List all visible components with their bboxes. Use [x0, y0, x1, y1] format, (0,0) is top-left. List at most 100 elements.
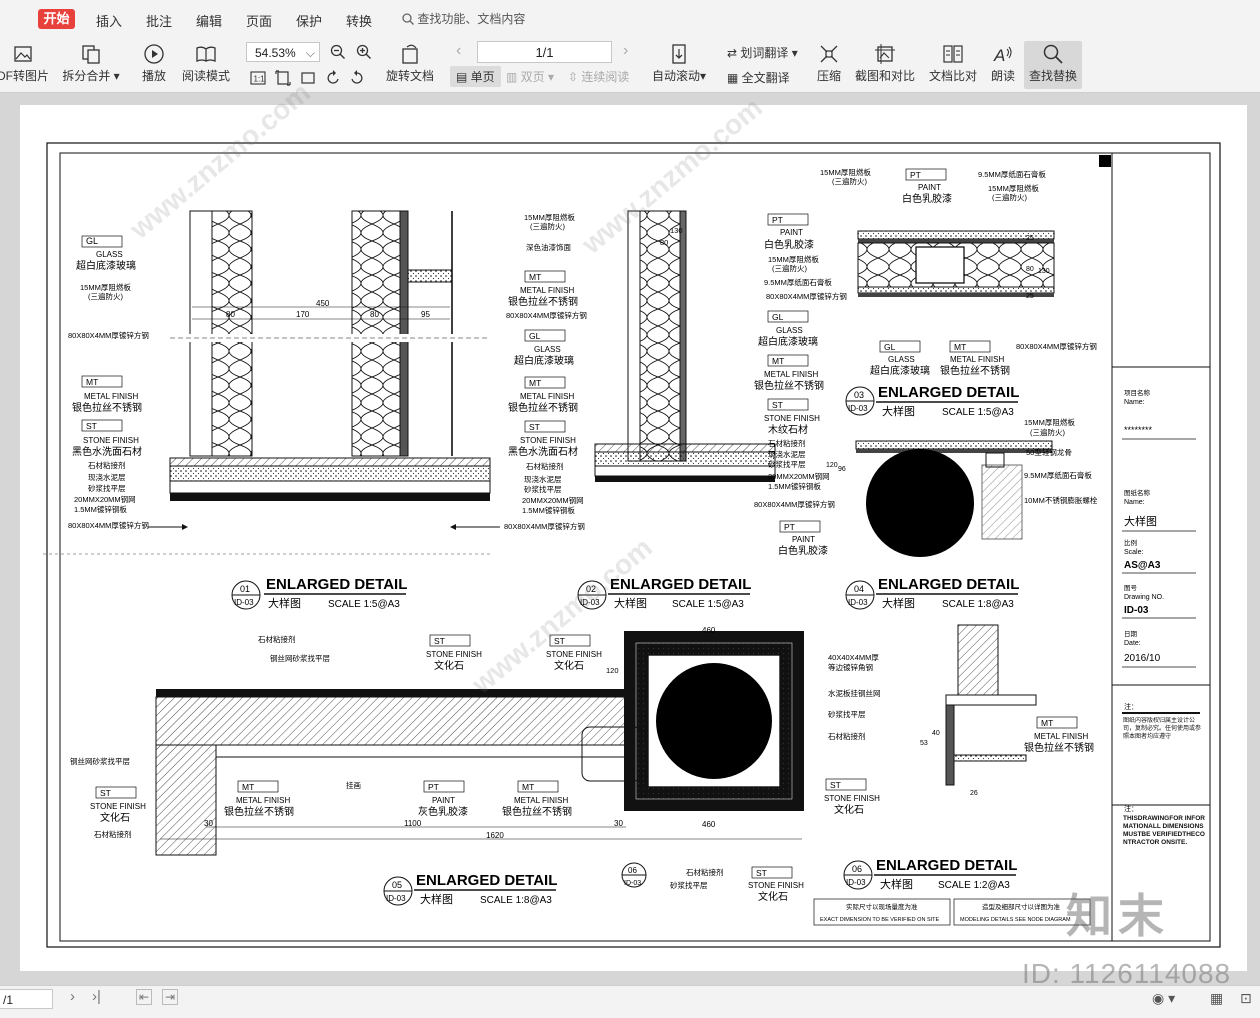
label-glass-02: GLASS: [534, 345, 561, 354]
screenshot-icon: [875, 44, 895, 64]
label-stone-07: STONE FINISH: [90, 802, 146, 811]
dim-120-05: 120: [606, 666, 619, 675]
doc-compare-button[interactable]: 文档比对: [926, 38, 980, 92]
zoom-value: 54.53%: [255, 46, 296, 60]
label-gl02-04: GL: [884, 342, 896, 352]
continuous-label: 连续阅读: [581, 70, 630, 84]
zoom-out-icon[interactable]: [330, 44, 346, 60]
eye-icon[interactable]: ◉ ▾: [1152, 990, 1175, 1007]
label-mortar-05: 砂浆找平层: [828, 709, 866, 719]
label-mortar-01: 砂浆找平层: [88, 483, 126, 493]
document-translate-icon: ▦: [727, 71, 742, 85]
label-mt01-06: MT: [242, 782, 254, 792]
menu-page[interactable]: 页面: [246, 11, 272, 30]
read-aloud-button[interactable]: A 朗读: [988, 38, 1018, 92]
tb-note-text: 图纸内容版权归属主设计公司，复制必究。任何使用或参照本图者均应遵守: [1123, 718, 1202, 740]
pdf-to-image-button[interactable]: DF转图片: [0, 38, 50, 92]
next-page-icon[interactable]: ›: [623, 42, 628, 60]
label-glass-cn-04: 超白底漆玻璃: [870, 364, 930, 377]
detail-01-ref: ID-03: [234, 598, 254, 607]
dim-30-a: 30: [204, 819, 213, 828]
single-page-label: 单页: [470, 70, 495, 84]
label-paint-grey: 灰色乳胶漆: [418, 805, 468, 818]
actual-size-icon[interactable]: 1:1: [250, 70, 266, 86]
rotate-left-icon[interactable]: [325, 70, 341, 86]
detail-title-03: 03 ID-03 ENLARGED DETAIL 大样图 SCALE 1:5@A…: [845, 384, 1019, 418]
play-button[interactable]: 播放: [138, 38, 170, 92]
auto-scroll-label: 自动滚动▾: [651, 69, 707, 83]
read-mode-button[interactable]: 阅读模式: [180, 38, 232, 92]
zoom-select[interactable]: 54.53% ⌵: [246, 42, 320, 62]
next-page-arrow-icon[interactable]: ›: [70, 988, 75, 1005]
label-pt01: PT: [428, 782, 439, 792]
label-stone-culture-02: 文化石: [554, 659, 584, 672]
label-board15-06: 15MM厚阻燃板: [1024, 417, 1075, 427]
full-translate-button[interactable]: ▦ 全文翻译: [727, 69, 790, 86]
find-replace-content[interactable]: 查找替换: [1026, 38, 1080, 92]
label-fire-03: (三遍防火): [772, 263, 807, 273]
label-metal-02: METAL FINISH: [520, 286, 574, 295]
detail-06-ref: ID-03: [846, 878, 866, 887]
dim-450: 450: [316, 299, 330, 308]
previous-page-icon[interactable]: ‹: [456, 42, 461, 60]
corner-mark: [1099, 155, 1111, 167]
dim-1100: 1100: [404, 819, 422, 828]
menu-insert[interactable]: 插入: [96, 11, 122, 30]
rotate-document-button[interactable]: 旋转文档: [384, 38, 436, 92]
dim-120-04: 120: [826, 462, 838, 469]
label-fire-04: (三遍防火): [832, 176, 867, 186]
double-page-button[interactable]: ▥ 双页 ▾: [506, 68, 554, 85]
label-paint-cn-03: 白色乳胶漆: [778, 544, 828, 557]
label-paint-02: PAINT: [918, 183, 941, 192]
label-metal-cn-06: 银色拉丝不锈钢: [224, 805, 294, 818]
svg-text:A: A: [993, 46, 1005, 65]
label-pt02-03: PT: [784, 522, 795, 532]
last-page-icon[interactable]: ›|: [92, 988, 101, 1005]
menu-annotate[interactable]: 批注: [146, 11, 172, 30]
single-page-icon: ▤: [456, 70, 471, 84]
note1-cn: 实际尺寸以现场量度为准: [846, 902, 918, 911]
menu-edit[interactable]: 编辑: [196, 11, 222, 30]
detail-06-scale: SCALE 1:2@A3: [938, 880, 1010, 891]
label-stone-01: STONE FINISH: [83, 436, 139, 445]
label-metal-cn-04: 银色拉丝不锈钢: [754, 379, 824, 392]
pdf-to-image-label: DF转图片: [0, 69, 49, 83]
word-translate-button[interactable]: ⇄ 划词翻译 ▾: [727, 44, 798, 61]
label-mt01-08: MT: [1041, 718, 1053, 728]
label-gypsum-01: 9.5MM厚纸面石膏板: [764, 277, 832, 287]
dim-130-02: 130: [670, 226, 683, 235]
label-keel: 50型轻钢龙骨: [1026, 447, 1072, 457]
back-icon[interactable]: ⇤: [136, 989, 152, 1005]
page-indicator[interactable]: /1: [0, 989, 53, 1009]
tb-note-en: THISDRAWINGFOR INFORMATIONALL DIMENSIONS…: [1123, 815, 1205, 846]
double-page-icon: ▥: [506, 70, 521, 84]
split-merge-button[interactable]: 拆分合并 ▾: [60, 38, 122, 92]
continuous-read-button[interactable]: ⇳ 连续阅读: [568, 68, 629, 85]
word-translate-label: 划词翻译: [740, 46, 789, 60]
detail-03-ref: ID-03: [848, 404, 868, 413]
menu-convert[interactable]: 转换: [346, 11, 372, 30]
view-grid-icon[interactable]: ▦: [1210, 990, 1223, 1007]
label-glue-01: 石材粘接剂: [88, 460, 126, 470]
page-number-input[interactable]: 1/1: [477, 41, 612, 63]
label-cementboard: 水泥板挂钢丝网: [828, 688, 881, 698]
menu-protect[interactable]: 保护: [296, 11, 322, 30]
forward-icon[interactable]: ⇥: [162, 989, 178, 1005]
label-darkpaint: 深色油漆饰面: [526, 242, 571, 252]
screenshot-compare-button[interactable]: 截图和对比: [853, 38, 917, 92]
menu-start-tab[interactable]: 开始: [38, 9, 75, 29]
zoom-in-icon[interactable]: [356, 44, 372, 60]
fit-icon[interactable]: ⊡: [1240, 990, 1252, 1007]
label-st03-03: ST: [100, 788, 111, 798]
detail-06-title: ENLARGED DETAIL: [876, 857, 1017, 874]
auto-scroll-button[interactable]: 自动滚动▾: [649, 38, 709, 92]
function-search[interactable]: 查找功能、文档内容: [402, 10, 525, 27]
image-icon: [14, 46, 32, 62]
compress-button[interactable]: 压缩: [814, 38, 844, 92]
single-page-button[interactable]: ▤ 单页: [450, 66, 501, 87]
full-translate-label: 全文翻译: [741, 71, 790, 85]
rotate-right-icon[interactable]: [349, 70, 365, 86]
dim-80-b: 80: [370, 310, 379, 319]
tb-date-label-en: Date:: [1124, 640, 1141, 647]
detail-01-drawing: [169, 210, 491, 501]
